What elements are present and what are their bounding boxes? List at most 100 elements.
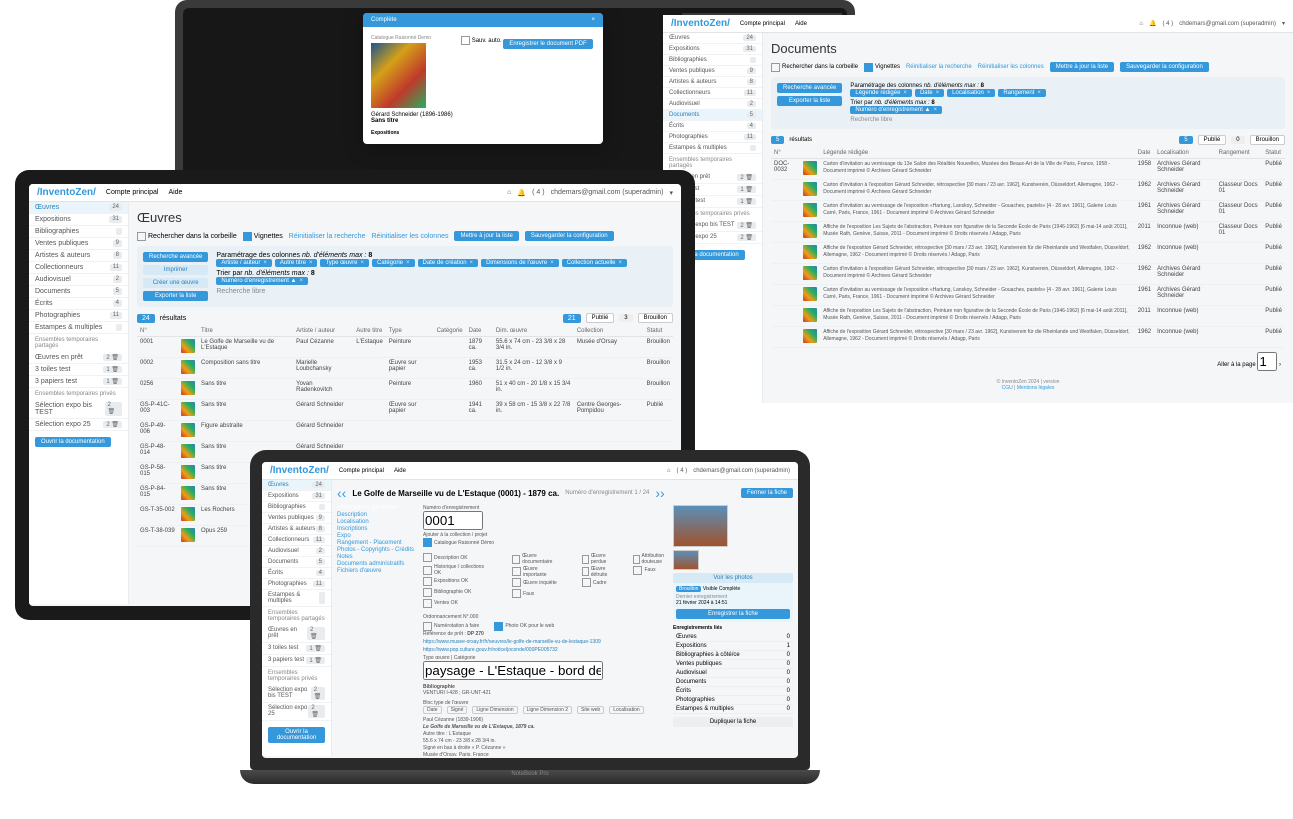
filter-tag[interactable]: Dimensions de l'œuvre (481, 259, 559, 267)
duplicate-button[interactable]: Dupliquer la fiche (673, 717, 793, 727)
trash-search-checkbox[interactable]: Rechercher dans la corbeille (137, 232, 237, 241)
close-button[interactable]: Fermer la fiche (741, 488, 793, 498)
save-record-button[interactable]: Enregistrer la fiche (676, 609, 790, 619)
table-row[interactable]: GS-P-41C-003Sans titreGérard SchneiderŒu… (137, 400, 673, 421)
update-list-button[interactable]: Mettre à jour la liste (454, 231, 518, 241)
sidebar-item-expositions[interactable]: Expositions31 (663, 44, 762, 55)
filter-tag[interactable]: Rangement (998, 89, 1046, 97)
logo[interactable]: /InventoZen/ (270, 465, 329, 476)
detail-tab[interactable]: Rangement - Placement (337, 540, 417, 546)
sidebar-item-bibliographies[interactable]: Bibliographies (663, 55, 762, 66)
detail-tab[interactable]: Fichiers d'œuvre (337, 568, 417, 574)
chevron-down-icon[interactable]: ▾ (1282, 20, 1285, 27)
table-row[interactable]: Carton d'invitation à l'exposition Gérar… (771, 264, 1285, 285)
home-icon[interactable]: ⌂ (1139, 21, 1143, 27)
filter-tag[interactable]: Collection actuelle (562, 259, 627, 267)
table-row[interactable]: Affiche de l'exposition Gérard Schneider… (771, 327, 1285, 348)
sidebar-item-uvres[interactable]: Œuvres24 (663, 33, 762, 44)
sidebar-item-audiovisuel[interactable]: Audiovisuel2 (262, 546, 331, 557)
sidebar-item-estampesmultiples[interactable]: Estampes & multiples (663, 143, 762, 154)
chevron-right-icon[interactable]: ›› (655, 485, 664, 501)
filter-tag[interactable]: Date de création (418, 259, 479, 267)
table-row[interactable]: 0001Le Golfe de Marseille vu de L'Estaqu… (137, 337, 673, 358)
sidebar-item-estampesmultiples[interactable]: Estampes & multiples (262, 590, 331, 607)
detail-tab[interactable]: Photos - Copyrights - Crédits (337, 547, 417, 553)
vignettes-checkbox[interactable]: Vignettes (864, 63, 900, 72)
detail-tab[interactable]: Notes (337, 554, 417, 560)
bell-icon[interactable]: 🔔 (1149, 20, 1156, 27)
table-row[interactable]: Affiche de l'exposition Les Sujets de l'… (771, 306, 1285, 327)
detail-tab[interactable]: Inscriptions (337, 526, 417, 532)
sidebar-item-estampesmultiples[interactable]: Estampes & multiples (29, 322, 128, 334)
registration-number-input[interactable] (423, 511, 483, 530)
detail-tab[interactable]: Description (337, 512, 417, 518)
table-row[interactable]: DOC-0032Carton d'invitation au vernissag… (771, 159, 1285, 180)
detail-tab[interactable]: Informations générales (337, 505, 417, 511)
chevron-right-icon[interactable]: › (1279, 362, 1281, 368)
sidebar-item-ventespubliques[interactable]: Ventes publiques9 (663, 66, 762, 77)
table-row[interactable]: 0002Composition sans titreMarielle Loubc… (137, 358, 673, 379)
sidebar-item-collectionneurs[interactable]: Collectionneurs11 (663, 88, 762, 99)
open-doc-button[interactable]: Ouvrir la documentation (35, 437, 111, 447)
sidebar-item-expositions[interactable]: Expositions31 (262, 491, 331, 502)
sidebar-item-documents[interactable]: Documents5 (663, 110, 762, 121)
sidebar-item-crits[interactable]: Écrits4 (262, 568, 331, 579)
home-icon[interactable]: ⌂ (507, 189, 511, 196)
table-row[interactable]: Carton d'invitation au vernissage de l'e… (771, 201, 1285, 222)
page-input[interactable] (1257, 352, 1277, 371)
update-list-button[interactable]: Mettre à jour la liste (1050, 62, 1114, 72)
table-row[interactable]: Carton d'invitation à l'exposition Gérar… (771, 180, 1285, 201)
sidebar-item-photographies[interactable]: Photographies11 (663, 132, 762, 143)
sidebar-item-crits[interactable]: Écrits4 (663, 121, 762, 132)
print-button[interactable]: Imprimer (143, 265, 208, 275)
export-button[interactable]: Exporter la liste (777, 96, 842, 106)
save-config-button[interactable]: Sauvegarder la configuration (1120, 62, 1209, 72)
sort-dropdown[interactable]: Numéro d'enregistrement ▲ (216, 277, 308, 285)
adv-search-button[interactable]: Recherche avancée (143, 252, 208, 262)
sidebar-item-photographies[interactable]: Photographies11 (29, 310, 128, 322)
sidebar-item-bibliographies[interactable]: Bibliographies (29, 226, 128, 238)
filter-tag[interactable]: Type œuvre (320, 259, 369, 267)
chevron-down-icon[interactable]: ▾ (669, 189, 673, 197)
sidebar-item-ventespubliques[interactable]: Ventes publiques9 (29, 238, 128, 250)
table-row[interactable]: Affiche de l'exposition Gérard Schneider… (771, 243, 1285, 264)
sidebar-item-uvres[interactable]: Œuvres24 (29, 202, 128, 214)
filter-tag[interactable]: Catégorie (372, 259, 415, 267)
create-button[interactable]: Créer une œuvre (143, 278, 208, 288)
logo[interactable]: /InventoZen/ (37, 187, 96, 198)
open-doc-button[interactable]: Ouvrir la documentation (268, 727, 325, 743)
detail-tab[interactable]: Documents administratifs (337, 561, 417, 567)
sidebar-item-artistesauteurs[interactable]: Artistes & auteurs8 (663, 77, 762, 88)
bell-icon[interactable]: 🔔 (517, 189, 526, 197)
sidebar-item-photographies[interactable]: Photographies11 (262, 579, 331, 590)
filter-tag[interactable]: Légende rédigée (850, 89, 912, 97)
save-config-button[interactable]: Sauvegarder la configuration (525, 231, 614, 241)
sidebar-item-bibliographies[interactable]: Bibliographies (262, 502, 331, 513)
sidebar-item-audiovisuel[interactable]: Audiovisuel2 (29, 274, 128, 286)
sidebar-item-documents[interactable]: Documents5 (29, 286, 128, 298)
close-icon[interactable]: × (591, 17, 595, 23)
filter-tag[interactable]: Date (915, 89, 944, 97)
save-pdf-button[interactable]: Enregistrer le document PDF (503, 39, 592, 49)
vignettes-checkbox[interactable]: Vignettes (243, 232, 283, 241)
filter-tag[interactable]: Localisation (947, 89, 995, 97)
sort-dropdown[interactable]: Numéro d'enregistrement ▲ (850, 106, 942, 114)
sidebar-item-uvres[interactable]: Œuvres24 (262, 480, 331, 491)
detail-tab[interactable]: Localisation (337, 519, 417, 525)
trash-search-checkbox[interactable]: Rechercher dans la corbeille (771, 63, 858, 72)
sidebar-item-artistesauteurs[interactable]: Artistes & auteurs8 (29, 250, 128, 262)
filter-tag[interactable]: Artiste / auteur (216, 259, 272, 267)
adv-search-button[interactable]: Recherche avancée (777, 83, 842, 93)
sidebar-item-collectionneurs[interactable]: Collectionneurs11 (262, 535, 331, 546)
filter-tag[interactable]: Autre titre (275, 259, 318, 267)
type-input[interactable] (423, 661, 603, 680)
export-button[interactable]: Exporter la liste (143, 291, 208, 301)
auto-save-checkbox[interactable]: Sauv. auto. (461, 36, 502, 45)
sidebar-item-expositions[interactable]: Expositions31 (29, 214, 128, 226)
sidebar-item-artistesauteurs[interactable]: Artistes & auteurs8 (262, 524, 331, 535)
chevron-left-icon[interactable]: ‹‹ (337, 485, 346, 501)
sidebar-item-crits[interactable]: Écrits4 (29, 298, 128, 310)
detail-tab[interactable]: Expo (337, 533, 417, 539)
table-row[interactable]: GS-P-49-006Figure abstraiteGérard Schnei… (137, 421, 673, 442)
sidebar-item-ventespubliques[interactable]: Ventes publiques9 (262, 513, 331, 524)
